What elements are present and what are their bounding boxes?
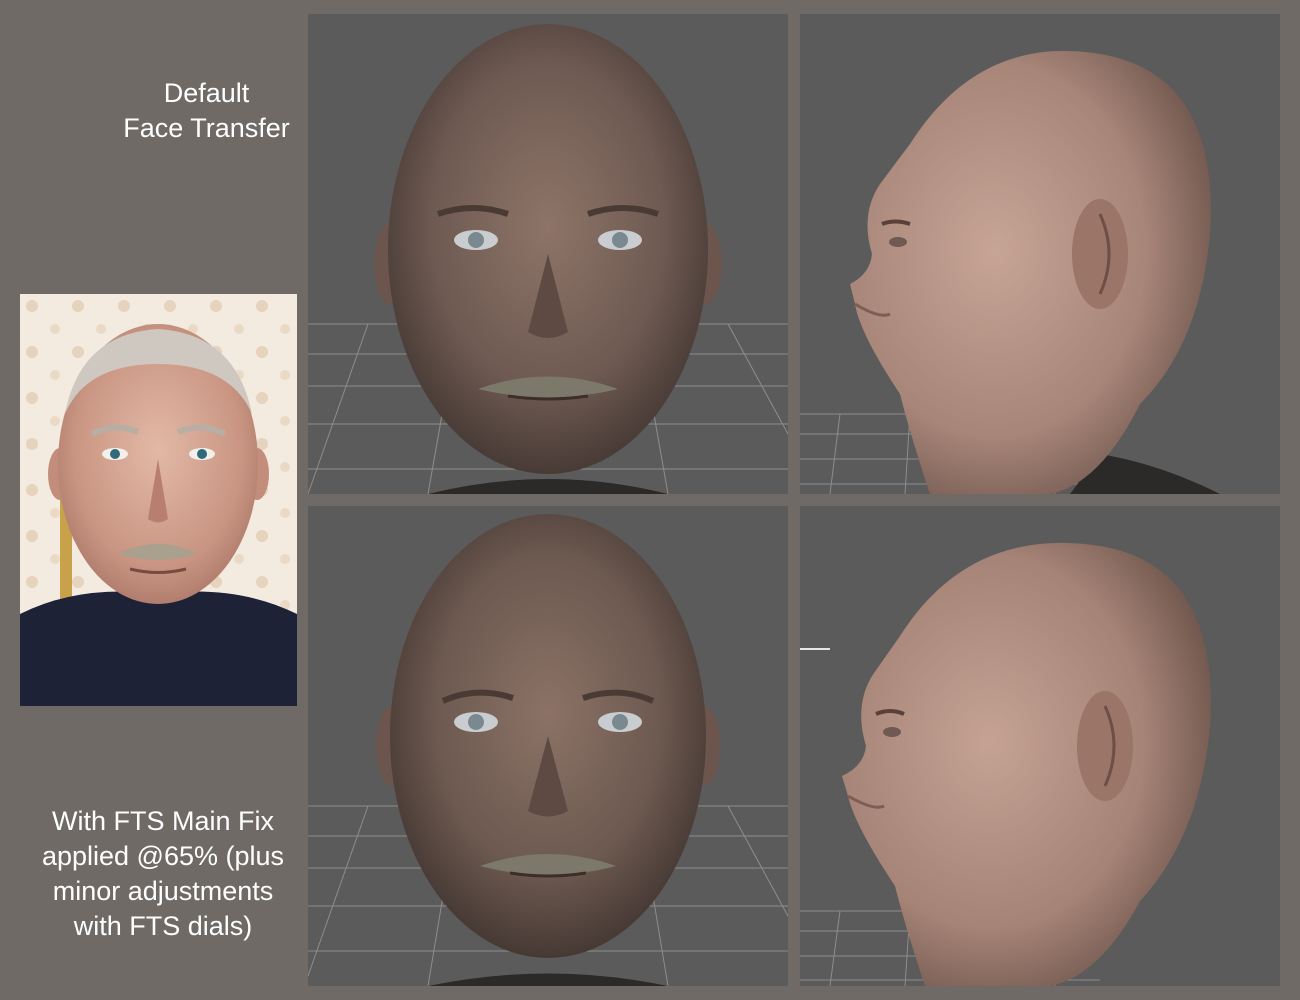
render-front-fts-fix — [308, 506, 788, 986]
caption-default-face-transfer: Default Face Transfer — [104, 76, 309, 146]
caption-line: applied @65% (plus — [41, 841, 285, 872]
side-head-render — [800, 506, 1280, 986]
caption-fts-main-fix: With FTS Main Fix applied @65% (plus min… — [18, 804, 308, 944]
caption-line: with FTS dials) — [73, 911, 253, 942]
render-front-default — [308, 14, 788, 494]
caption-line: minor adjustments — [52, 876, 274, 907]
caption-line: With FTS Main Fix — [51, 806, 274, 836]
front-head-render — [308, 506, 788, 986]
caption-line: Default — [163, 78, 250, 108]
caption-line: Face Transfer — [123, 113, 290, 144]
reference-photo-illustration — [20, 294, 297, 706]
reference-photo — [20, 294, 297, 706]
render-side-default — [800, 14, 1280, 494]
render-side-fts-fix — [800, 506, 1280, 986]
front-head-render — [308, 14, 788, 494]
side-head-render — [800, 14, 1280, 494]
